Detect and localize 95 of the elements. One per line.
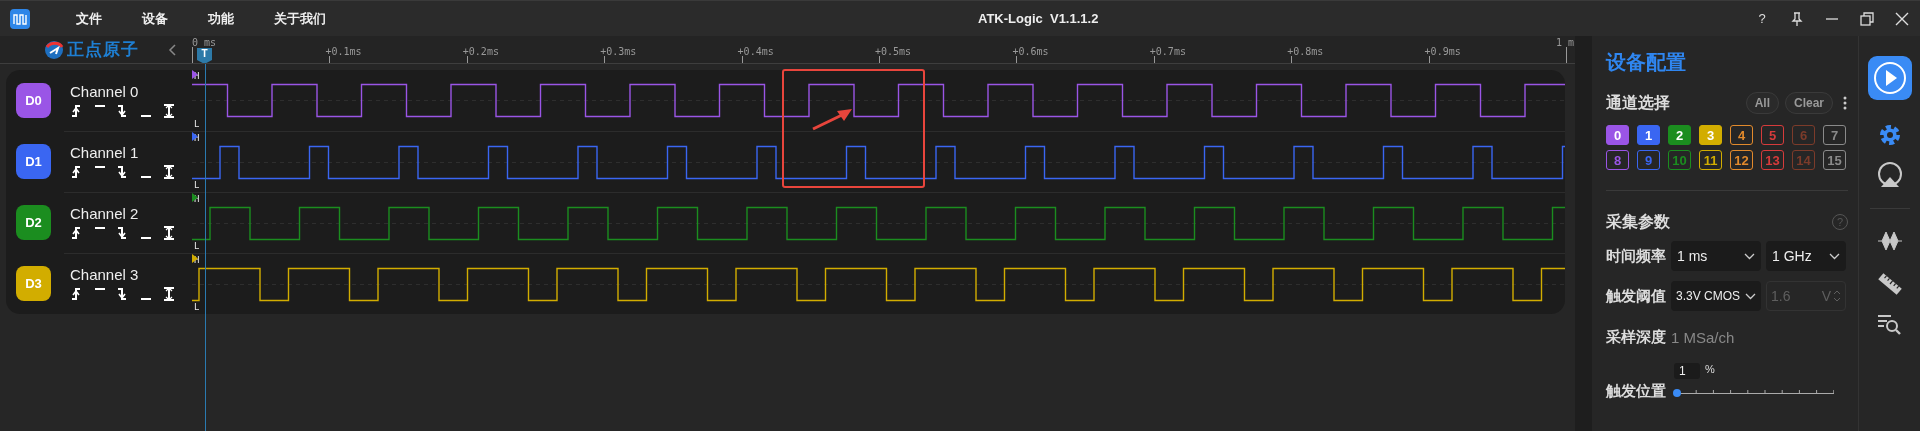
dropdown[interactable]: 1 GHz bbox=[1766, 241, 1846, 271]
low-mark: L bbox=[193, 120, 201, 129]
close-icon[interactable] bbox=[1894, 10, 1910, 27]
chevron-icon bbox=[1744, 252, 1755, 260]
channel-chip[interactable]: 1 bbox=[1637, 125, 1660, 145]
channel-name: Channel 3 bbox=[70, 265, 140, 283]
restore-icon[interactable] bbox=[1859, 10, 1875, 27]
menu-item[interactable]: 文件 bbox=[76, 9, 102, 28]
position-input[interactable]: 1 bbox=[1674, 363, 1700, 379]
ruler-tick bbox=[192, 47, 193, 63]
dropdown[interactable]: 1 ms bbox=[1671, 241, 1761, 271]
any-edge-icon[interactable] bbox=[162, 224, 176, 241]
dropdown[interactable]: 3.3V CMOS bbox=[1671, 281, 1761, 311]
logo-icon bbox=[44, 39, 64, 60]
ruler-tick bbox=[1016, 56, 1018, 63]
channel-chip[interactable]: 8 bbox=[1606, 150, 1629, 170]
slider-thumb[interactable] bbox=[1672, 389, 1681, 397]
time-label: +0.6ms bbox=[1012, 46, 1049, 57]
channel-name: Channel 1 bbox=[70, 143, 140, 161]
any-edge-icon[interactable] bbox=[162, 285, 176, 302]
marker-icon bbox=[192, 132, 198, 141]
app-logo-icon bbox=[10, 8, 30, 29]
channel-chip[interactable]: 13 bbox=[1761, 150, 1784, 170]
scrollbar[interactable] bbox=[1575, 36, 1592, 431]
more-icon[interactable] bbox=[1843, 96, 1847, 110]
time-label: +0.3ms bbox=[600, 46, 637, 57]
time-label: +0.8ms bbox=[1287, 46, 1324, 57]
panel-title: 设备配置 bbox=[1606, 50, 1687, 75]
channel-name: Channel 2 bbox=[70, 204, 140, 222]
channel-chip[interactable]: 7 bbox=[1823, 125, 1846, 145]
low-mark: L bbox=[193, 303, 201, 312]
clear-button[interactable]: Clear bbox=[1784, 92, 1833, 114]
marker-icon bbox=[192, 254, 198, 263]
waveform-icon[interactable] bbox=[1876, 231, 1903, 251]
channel-chip[interactable]: 15 bbox=[1823, 150, 1846, 170]
ruler-tick bbox=[1291, 56, 1293, 63]
marker-icon bbox=[192, 70, 198, 79]
time-label: +0.1ms bbox=[325, 46, 362, 57]
channel-chip[interactable]: 5 bbox=[1761, 125, 1784, 145]
ruler-tick bbox=[741, 56, 743, 63]
chevron-icon bbox=[1829, 252, 1840, 260]
any-edge-icon[interactable] bbox=[162, 102, 176, 119]
help-button[interactable]: ? bbox=[1754, 11, 1770, 26]
menu-item[interactable]: 设备 bbox=[142, 9, 168, 28]
marker-icon bbox=[192, 193, 198, 202]
time-label: +0.4ms bbox=[737, 46, 774, 57]
section-heading: 采集参数 bbox=[1606, 211, 1670, 232]
channel-chip[interactable]: 11 bbox=[1699, 150, 1722, 170]
annotation-arrow bbox=[810, 106, 854, 132]
field-label: 触发位置 bbox=[1606, 382, 1667, 401]
position-slider[interactable] bbox=[1675, 389, 1834, 397]
collapse-icon[interactable] bbox=[168, 42, 178, 57]
select-all-button[interactable]: All bbox=[1745, 92, 1779, 114]
low-mark: L bbox=[193, 181, 201, 190]
time-label: 0 ms bbox=[192, 37, 217, 48]
pin-icon[interactable] bbox=[1789, 10, 1805, 27]
channel-chip[interactable]: 4 bbox=[1730, 125, 1753, 145]
menu-item[interactable]: 功能 bbox=[208, 9, 234, 28]
channel-chip[interactable]: 12 bbox=[1730, 150, 1753, 170]
ruler-tick bbox=[1428, 56, 1430, 63]
window-title: ATK-Logic V1.1.1.2 bbox=[978, 11, 1099, 26]
channel-chip[interactable]: 10 bbox=[1668, 150, 1691, 170]
time-label: 1 m bbox=[1555, 37, 1574, 48]
brand-name: 正点原子 bbox=[67, 39, 139, 61]
unit-label: % bbox=[1705, 363, 1715, 375]
channel-name: Channel 0 bbox=[70, 82, 140, 100]
time-label: +0.9ms bbox=[1424, 46, 1461, 57]
ruler-tick bbox=[466, 56, 468, 63]
ruler-tick bbox=[879, 56, 880, 63]
channel-chip[interactable]: 9 bbox=[1637, 150, 1660, 170]
trigger-marker[interactable]: T bbox=[197, 48, 212, 63]
section-heading: 通道选择 bbox=[1606, 92, 1670, 113]
field-label: 触发阈值 bbox=[1606, 286, 1667, 306]
channel-badge[interactable]: D1 bbox=[16, 144, 51, 179]
field-label: 时间频率 bbox=[1606, 246, 1667, 266]
time-label: +0.2ms bbox=[462, 46, 499, 57]
search-list-icon[interactable] bbox=[1876, 313, 1903, 337]
trigger-icon[interactable] bbox=[1876, 162, 1903, 188]
ruler-tick bbox=[329, 56, 331, 63]
any-edge-icon[interactable] bbox=[162, 163, 176, 180]
channel-badge[interactable]: D2 bbox=[16, 205, 51, 240]
ruler-tick bbox=[1153, 56, 1155, 63]
time-label: +0.7ms bbox=[1149, 46, 1186, 57]
run-button[interactable] bbox=[1867, 56, 1912, 100]
field-label: 采样深度 bbox=[1606, 328, 1667, 347]
menu-item[interactable]: 关于我们 bbox=[274, 9, 326, 28]
channel-badge[interactable]: D0 bbox=[16, 83, 51, 118]
depth-value: 1 MSa/ch bbox=[1671, 329, 1735, 346]
channel-chip[interactable]: 2 bbox=[1668, 125, 1691, 145]
ruler-tick bbox=[1566, 47, 1567, 63]
ruler-tick bbox=[604, 56, 606, 63]
chevron-icon bbox=[1745, 292, 1756, 300]
channel-chip[interactable]: 0 bbox=[1606, 125, 1629, 145]
low-mark: L bbox=[193, 242, 201, 251]
time-label: +0.5ms bbox=[875, 46, 912, 57]
